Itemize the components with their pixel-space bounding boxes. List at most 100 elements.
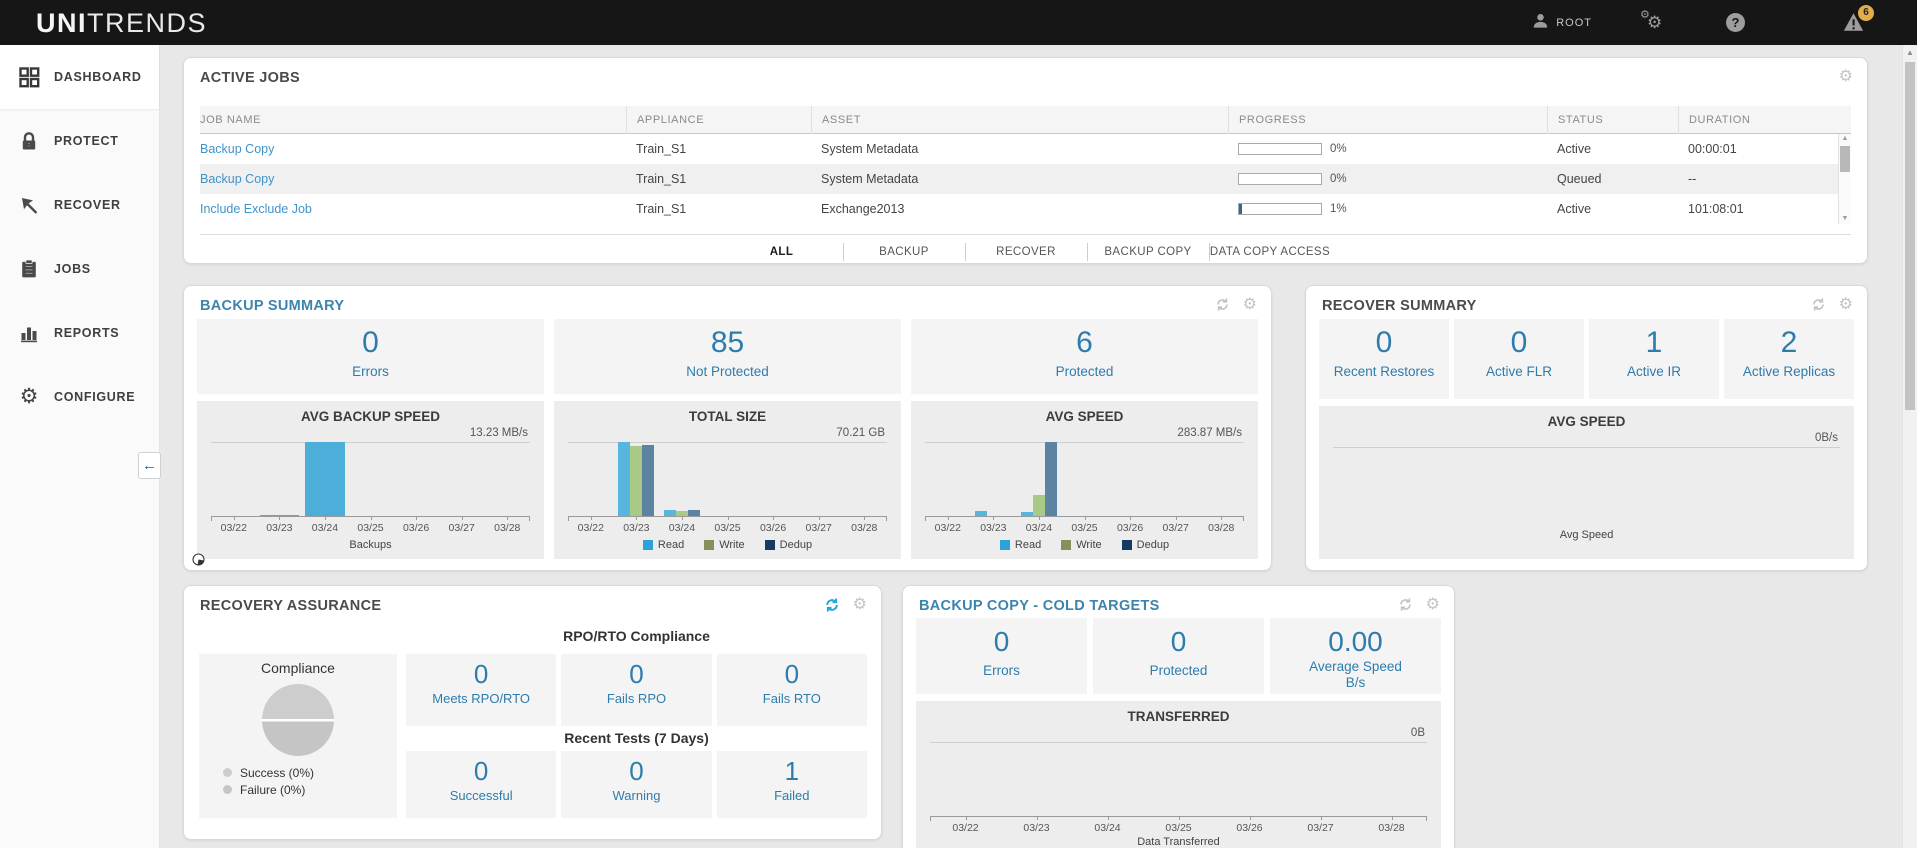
stat-tile-protected[interactable]: 6 Protected xyxy=(911,319,1258,394)
duration-cell: 00:00:01 xyxy=(1678,134,1851,164)
tab-recover[interactable]: RECOVER xyxy=(965,243,1087,261)
col-header-status[interactable]: STATUS xyxy=(1547,106,1678,134)
col-header-job-name[interactable]: JOB NAME xyxy=(200,106,626,134)
sidebar-item-configure[interactable]: ⚙ CONFIGURE xyxy=(0,365,159,429)
backup-copy-charts: TRANSFERRED0B03/2203/2303/2403/2503/2603… xyxy=(916,701,1441,848)
sidebar-collapse-button[interactable]: ← xyxy=(138,452,161,479)
chart-category-slot xyxy=(1001,743,1072,816)
avg-backup-speed-chart: AVG BACKUP SPEED13.23 MB/s03/2203/2303/2… xyxy=(197,401,544,559)
duration-cell: 101:08:01 xyxy=(1678,194,1851,224)
sidebar-item-dashboard[interactable]: DASHBOARD xyxy=(0,45,159,109)
active-jobs-panel: ACTIVE JOBS ⚙ JOB NAME APPLIANCE ASSET P… xyxy=(183,57,1868,264)
table-scrollbar[interactable]: ▲ ▼ xyxy=(1838,134,1851,224)
legend-item: Write xyxy=(704,539,744,551)
stat-tile-active-flr[interactable]: 0 Active FLR xyxy=(1454,319,1584,399)
progress-label: 1% xyxy=(1330,194,1347,224)
sidebar-item-recover[interactable]: RECOVER xyxy=(0,173,159,237)
bar-write-03/23 xyxy=(630,446,642,516)
chart-plot-area xyxy=(1333,447,1840,521)
x-tick-label: 03/25 xyxy=(1062,522,1108,534)
refresh-icon[interactable] xyxy=(824,596,841,613)
panel-settings-icon[interactable]: ⚙ xyxy=(1426,596,1440,613)
col-header-progress[interactable]: PROGRESS xyxy=(1228,106,1547,134)
sidebar-nav: DASHBOARD PROTECT RECOVER JOBS REPORTS ⚙… xyxy=(0,45,160,848)
recover-summary-panel: RECOVER SUMMARY ⚙ 0 Recent Restores 0 Ac… xyxy=(1305,285,1868,571)
stat-tile-recent-restores[interactable]: 0 Recent Restores xyxy=(1319,319,1449,399)
scrollbar-thumb[interactable] xyxy=(1905,62,1915,410)
sidebar-item-reports[interactable]: REPORTS xyxy=(0,301,159,365)
appliance-cell: Train_S1 xyxy=(626,194,811,224)
stat-tile-not-protected[interactable]: 85 Not Protected xyxy=(554,319,901,394)
job-name-link[interactable]: Backup Copy xyxy=(200,172,274,186)
stat-tile-successful[interactable]: 0 Successful xyxy=(406,751,556,818)
backup-summary-panel: BACKUP SUMMARY ⚙ 0 Errors 85 Not Protect… xyxy=(183,285,1272,571)
chart-legend: ReadWriteDedup xyxy=(568,539,887,551)
stat-tile-errors[interactable]: 0 Errors xyxy=(197,319,544,394)
sidebar-item-protect[interactable]: PROTECT xyxy=(0,109,159,173)
recover-summary-stats: 0 Recent Restores 0 Active FLR 1 Active … xyxy=(1319,319,1854,399)
status-cell: Active xyxy=(1547,134,1678,164)
stat-tile-failed[interactable]: 1 Failed xyxy=(717,751,867,818)
page-scrollbar[interactable]: ▲ xyxy=(1902,45,1917,848)
duration-cell: -- xyxy=(1678,164,1851,194)
tab-all[interactable]: ALL xyxy=(721,243,843,261)
x-tick-label: 03/27 xyxy=(439,522,485,534)
job-name-link[interactable]: Include Exclude Job xyxy=(200,202,312,216)
user-menu[interactable]: ROOT xyxy=(1532,0,1592,45)
help-button[interactable]: ? xyxy=(1726,0,1745,45)
stat-tile-average-speed[interactable]: 0.00 Average Speed B/s xyxy=(1270,618,1441,694)
tab-data-copy-access[interactable]: DATA COPY ACCESS xyxy=(1209,243,1331,261)
tab-backup-copy[interactable]: BACKUP COPY xyxy=(1087,243,1209,261)
recovery-assurance-panel: RECOVERY ASSURANCE ⚙ RPO/RTO Compliance … xyxy=(183,585,882,840)
help-icon: ? xyxy=(1726,13,1745,32)
chart-category-slot xyxy=(1153,443,1199,516)
stat-tile-errors[interactable]: 0 Errors xyxy=(916,618,1087,694)
col-header-asset[interactable]: ASSET xyxy=(811,106,1228,134)
job-name-link[interactable]: Backup Copy xyxy=(200,142,274,156)
refresh-icon[interactable] xyxy=(1810,296,1827,313)
chart-category-slot xyxy=(841,443,887,516)
stat-tile-meets-rpo-rto[interactable]: 0 Meets RPO/RTO xyxy=(406,654,556,726)
refresh-icon[interactable] xyxy=(1397,596,1414,613)
panel-settings-icon[interactable]: ⚙ xyxy=(1839,296,1853,313)
refresh-icon[interactable] xyxy=(1214,296,1231,313)
chart-plot-area xyxy=(568,442,887,516)
backup-summary-charts: AVG BACKUP SPEED13.23 MB/s03/2203/2303/2… xyxy=(197,401,1258,559)
scroll-up-icon[interactable]: ▲ xyxy=(1903,45,1917,60)
panel-settings-icon[interactable]: ⚙ xyxy=(1243,296,1257,313)
stat-tile-fails-rto[interactable]: 0 Fails RTO xyxy=(717,654,867,726)
stat-tile-active-ir[interactable]: 1 Active IR xyxy=(1589,319,1719,399)
scrollbar-thumb[interactable] xyxy=(1840,146,1850,172)
scroll-up-icon[interactable]: ▲ xyxy=(1839,134,1851,144)
x-tick-label: 03/23 xyxy=(614,522,660,534)
appliance-cell: Train_S1 xyxy=(626,164,811,194)
chart-category-slot xyxy=(1016,443,1062,516)
bar-write-03/24 xyxy=(1033,495,1045,516)
backup-copy-stats: 0 Errors 0 Protected 0.00 Average Speed … xyxy=(916,618,1441,694)
stat-tile-active-replicas[interactable]: 2 Active Replicas xyxy=(1724,319,1854,399)
col-header-appliance[interactable]: APPLIANCE xyxy=(626,106,811,134)
chart-category-slot xyxy=(1198,443,1244,516)
chart-x-axis xyxy=(568,516,887,520)
x-tick-label: 03/23 xyxy=(257,522,303,534)
panel-settings-icon[interactable]: ⚙ xyxy=(853,596,867,613)
sidebar-item-jobs[interactable]: JOBS xyxy=(0,237,159,301)
avg-speed-chart: AVG SPEED283.87 MB/s03/2203/2303/2403/25… xyxy=(911,401,1258,559)
stat-tile-fails-rpo[interactable]: 0 Fails RPO xyxy=(561,654,711,726)
stat-tile-protected[interactable]: 0 Protected xyxy=(1093,618,1264,694)
stat-tile-warning[interactable]: 0 Warning xyxy=(561,751,711,818)
tab-backup[interactable]: BACKUP xyxy=(843,243,965,261)
chart-x-axis xyxy=(211,516,530,520)
table-header-row: JOB NAME APPLIANCE ASSET PROGRESS STATUS… xyxy=(200,106,1851,134)
panel-settings-icon[interactable]: ⚙ xyxy=(1839,68,1853,85)
x-tick-label: 03/26 xyxy=(1214,822,1285,834)
unitrends-logo: UNITRENDS xyxy=(36,8,207,39)
x-tick-label: 03/24 xyxy=(1072,822,1143,834)
alerts-button[interactable]: 6 xyxy=(1843,0,1865,45)
col-header-duration[interactable]: DURATION xyxy=(1678,106,1851,134)
appliance-cell: Train_S1 xyxy=(626,134,811,164)
gear-icon: ⚙ xyxy=(18,386,40,408)
scroll-down-icon[interactable]: ▼ xyxy=(1839,214,1851,224)
x-tick-label: 03/22 xyxy=(568,522,614,534)
settings-menu[interactable]: ⚙ ⚙ xyxy=(1639,0,1667,45)
